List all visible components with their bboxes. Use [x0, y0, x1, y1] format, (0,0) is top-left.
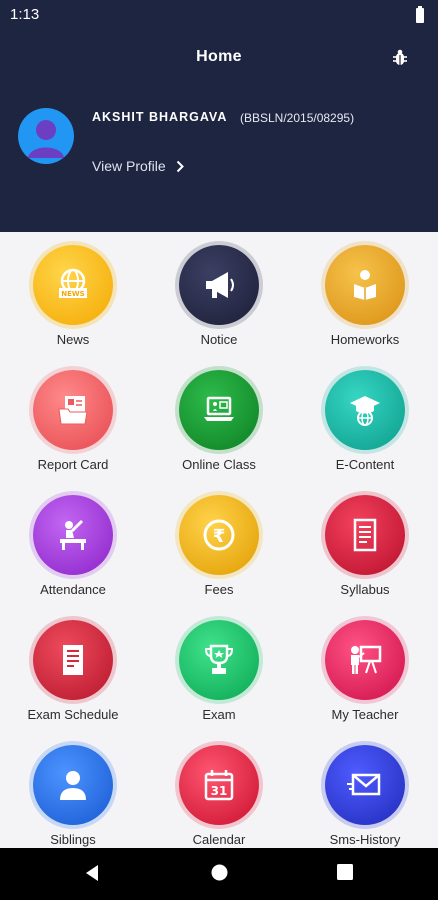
svg-text:NEWS: NEWS: [61, 290, 84, 298]
menu-label: My Teacher: [331, 707, 399, 722]
menu-item-siblings[interactable]: Siblings: [0, 732, 146, 848]
menu-label: Homeworks: [330, 332, 400, 347]
home-icon[interactable]: [211, 864, 228, 881]
menu-item-notice[interactable]: Notice: [146, 232, 292, 357]
document-icon: [325, 495, 405, 575]
graduation-globe-icon: [325, 370, 405, 450]
menu-item-sms-history[interactable]: Sms-History: [292, 732, 438, 848]
user-avatar-icon: [28, 120, 64, 158]
bug-icon[interactable]: [392, 49, 408, 67]
laptop-icon: [179, 370, 259, 450]
teacher-board-icon: [325, 620, 405, 700]
menu-label: Syllabus: [340, 582, 390, 597]
avatar[interactable]: [18, 108, 74, 164]
menu-label: Attendance: [40, 582, 106, 597]
trophy-icon: [179, 620, 259, 700]
status-time: 1:13: [10, 6, 40, 23]
menu-item-report-card[interactable]: Report Card: [0, 357, 146, 482]
calendar-icon: 31: [179, 745, 259, 825]
menu-item-online-class[interactable]: Online Class: [146, 357, 292, 482]
menu-label: Online Class: [182, 457, 256, 472]
menu-item-attendance[interactable]: Attendance: [0, 482, 146, 607]
menu-item-my-teacher[interactable]: My Teacher: [292, 607, 438, 732]
page-title: Home: [196, 48, 242, 65]
menu-item-exam[interactable]: Exam: [146, 607, 292, 732]
svg-text:₹: ₹: [213, 526, 226, 547]
app-header: 1:13 Home AKSHIT BHARGAVA (BBSLN/2015/08…: [0, 0, 438, 232]
menu-item-news[interactable]: NEWS News: [0, 232, 146, 357]
person-icon: [33, 745, 113, 825]
menu-label: Exam Schedule: [27, 707, 119, 722]
menu-label: Siblings: [50, 832, 96, 847]
menu-label: Calendar: [192, 832, 246, 847]
exam-document-icon: [33, 620, 113, 700]
menu-label: Report Card: [37, 457, 109, 472]
desk-student-icon: [33, 495, 113, 575]
back-icon[interactable]: [84, 864, 100, 882]
recents-icon[interactable]: [337, 864, 353, 880]
chevron-right-icon: [176, 160, 184, 172]
view-profile-link[interactable]: View Profile: [92, 158, 184, 174]
report-card-folder-icon: [33, 370, 113, 450]
menu-label: Fees: [204, 582, 234, 597]
calendar-day-text: 31: [211, 784, 228, 798]
envelope-icon: [325, 745, 405, 825]
menu-item-exam-schedule[interactable]: Exam Schedule: [0, 607, 146, 732]
menu-item-calendar[interactable]: 31 Calendar: [146, 732, 292, 848]
status-bar: 1:13: [0, 0, 438, 30]
battery-icon: [416, 6, 424, 23]
menu-item-e-content[interactable]: E-Content: [292, 357, 438, 482]
megaphone-icon: [179, 245, 259, 325]
menu-label: E-Content: [335, 457, 395, 472]
menu-item-fees[interactable]: ₹ Fees: [146, 482, 292, 607]
menu-label: News: [56, 332, 90, 347]
menu-item-syllabus[interactable]: Syllabus: [292, 482, 438, 607]
menu-label: Notice: [200, 332, 238, 347]
user-name: AKSHIT BHARGAVA: [92, 110, 228, 124]
system-navigation-bar: [0, 848, 438, 900]
student-reading-icon: [325, 245, 405, 325]
menu-grid: NEWS News Notice Homeworks Report Card O…: [0, 232, 438, 848]
user-admission-id: (BBSLN/2015/08295): [240, 111, 355, 125]
menu-label: Sms-History: [329, 832, 401, 847]
news-icon: NEWS: [33, 245, 113, 325]
menu-item-homeworks[interactable]: Homeworks: [292, 232, 438, 357]
menu-label: Exam: [202, 707, 236, 722]
view-profile-label: View Profile: [92, 158, 166, 174]
rupee-coin-icon: ₹: [179, 495, 259, 575]
